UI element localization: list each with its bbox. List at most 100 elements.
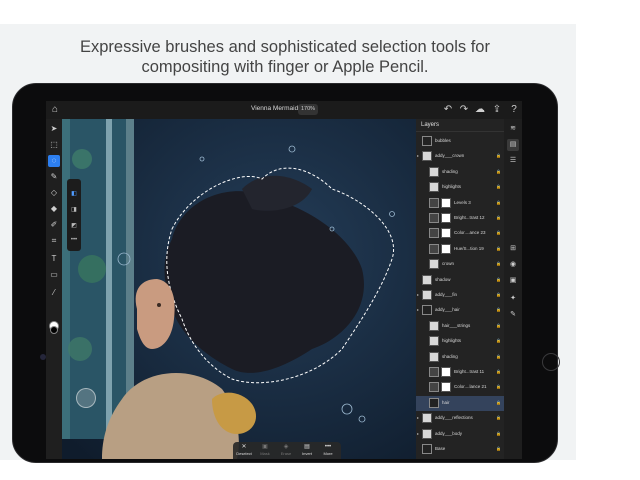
layer-name: shadow [435,276,451,282]
cloud-icon[interactable]: ☁ [474,104,486,116]
layer-row[interactable]: hair 🔒 [416,395,504,411]
lock-icon[interactable]: 🔒 [496,230,501,235]
crop-tool-icon[interactable]: ⌗ [48,235,60,247]
more-button[interactable]: ••• More [319,442,337,459]
layer-row[interactable]: ▸ addy___hair 🔒 [416,303,504,318]
layer-thumbnail [429,213,439,223]
lasso-tool-icon[interactable]: ◌ [48,155,60,167]
layer-row[interactable]: Levels 3 🔒 [416,196,504,211]
undo-icon[interactable]: ↶ [442,104,454,116]
lock-icon[interactable]: 🔒 [496,338,501,343]
lock-icon[interactable]: 🔒 [496,292,501,297]
add-selection-icon[interactable]: ◧ [69,189,79,199]
lock-icon[interactable]: 🔒 [496,415,501,420]
lock-icon[interactable]: 🔒 [496,246,501,251]
mask-label: Mask [260,451,270,456]
layer-row[interactable]: ▸ addy___body 🔒 [416,427,504,442]
lock-icon[interactable]: 🔒 [496,184,501,189]
lock-icon[interactable]: 🔒 [496,153,501,158]
layer-row[interactable]: highlights 🔒 [416,334,504,349]
layer-row[interactable]: shading 🔒 [416,350,504,365]
share-icon[interactable]: ⇪ [491,104,503,116]
brush-mask-icon[interactable]: ✎ [507,309,519,321]
help-icon[interactable]: ? [508,104,520,116]
lock-icon[interactable]: 🔒 [496,169,501,174]
expand-caret-icon[interactable]: ▸ [417,431,421,436]
lock-icon[interactable]: 🔒 [496,307,501,312]
layer-row[interactable]: Base 🔒 [416,442,504,457]
lock-icon[interactable]: 🔒 [496,369,501,374]
erase-button[interactable]: ◈ Erase [277,442,295,459]
layers-divider [416,131,504,132]
move-tool-icon[interactable]: ➤ [48,123,60,135]
layer-row[interactable]: shading 🔒 [416,165,504,180]
headline-line-1: Expressive brushes and sophisticated sel… [80,38,490,56]
layer-row[interactable]: crown 🔒 [416,257,504,272]
layer-row[interactable]: ▸ addy___reflections 🔒 [416,411,504,426]
text-tool-icon[interactable]: T [48,253,60,265]
healing-tool-icon[interactable]: ✐ [48,219,60,231]
brush-tool-icon[interactable]: ✎ [48,171,60,183]
layers-icon[interactable]: ≋ [507,123,519,135]
invert-button[interactable]: ▤ Invert [298,442,316,459]
redo-icon[interactable]: ↷ [458,104,470,116]
lock-icon[interactable]: 🔒 [496,384,501,389]
visibility-icon[interactable]: ◉ [507,259,519,271]
mask-button[interactable]: ▣ Mask [256,442,274,459]
mask-icon: ▣ [262,444,268,450]
document-title[interactable]: Vienna Mermaid * [251,105,303,112]
eyedropper-tool-icon[interactable]: ⁄ [48,287,60,299]
more-options-icon[interactable]: ••• [69,235,79,245]
layer-row[interactable]: Bright...trast 11 🔒 [416,365,504,380]
ipad-home-button[interactable] [542,353,560,371]
lock-icon[interactable]: 🔒 [496,431,501,436]
layer-row[interactable]: Color....lance 21 🔒 [416,380,504,395]
canvas[interactable] [62,119,416,459]
layer-row[interactable]: bubbles [416,134,504,149]
intersect-selection-icon[interactable]: ◩ [69,221,79,231]
layer-thumbnail [422,428,432,439]
layer-row[interactable]: highlights 🔒 [416,180,504,195]
layer-row[interactable]: Hue/S...tion 19 🔒 [416,242,504,257]
home-icon[interactable]: ⌂ [49,104,61,116]
deselect-button[interactable]: ✕ Deselect [235,442,253,459]
lock-icon[interactable]: 🔒 [496,261,501,266]
layer-row[interactable]: Color....ance 23 🔒 [416,226,504,241]
layer-properties-icon[interactable]: ▤ [507,139,519,151]
lock-icon[interactable]: 🔒 [496,354,501,359]
layer-mask-thumbnail [441,228,451,239]
layer-row[interactable]: ▸ addy___crown 🔒 [416,149,504,164]
add-layer-icon[interactable]: ⊞ [507,243,519,255]
mask-icon[interactable]: ▣ [507,275,519,287]
subtract-selection-icon[interactable]: ◨ [69,205,79,215]
fx-icon[interactable]: ✦ [507,293,519,305]
expand-caret-icon[interactable]: ▸ [417,415,421,420]
lock-icon[interactable]: 🔒 [496,200,501,205]
expand-caret-icon[interactable]: ▸ [417,307,421,312]
lock-icon[interactable]: 🔒 [496,215,501,220]
layer-name: hair [442,399,450,405]
layers-panel-title: Layers [421,122,440,128]
lock-icon[interactable]: 🔒 [496,323,501,328]
layer-thumbnail [429,166,439,177]
lock-icon[interactable]: 🔒 [496,446,501,451]
lock-icon[interactable]: 🔒 [496,277,501,282]
left-toolbar: ➤ ⬚ ◌ ✎ ◇ ◆ ✐ ⌗ T ▭ ⁄ [46,119,62,459]
background-color-swatch[interactable] [50,326,58,334]
app-screen: ⌂ Vienna Mermaid * 170% ↶ ↷ ☁ ⇪ ? ➤ ⬚ ◌ … [46,101,522,459]
image-tool-icon[interactable]: ▭ [48,269,60,281]
expand-caret-icon[interactable]: ▸ [417,292,421,297]
layer-row[interactable]: Bright...trast 12 🔒 [416,211,504,226]
layer-row[interactable]: hair___strings 🔒 [416,319,504,334]
fill-tool-icon[interactable]: ◆ [48,203,60,215]
color-well[interactable] [49,321,59,335]
select-tool-icon[interactable]: ⬚ [48,139,60,151]
lock-icon[interactable]: 🔒 [496,400,501,405]
expand-caret-icon[interactable]: ▸ [417,153,421,158]
eraser-tool-icon[interactable]: ◇ [48,187,60,199]
touch-shortcut-button[interactable] [76,388,96,408]
adjustments-icon[interactable]: ☰ [507,155,519,167]
layer-row[interactable]: ▸ addy___fin 🔒 [416,288,504,303]
layer-row[interactable]: shadow 🔒 [416,273,504,288]
zoom-level[interactable]: 170% [298,104,318,115]
